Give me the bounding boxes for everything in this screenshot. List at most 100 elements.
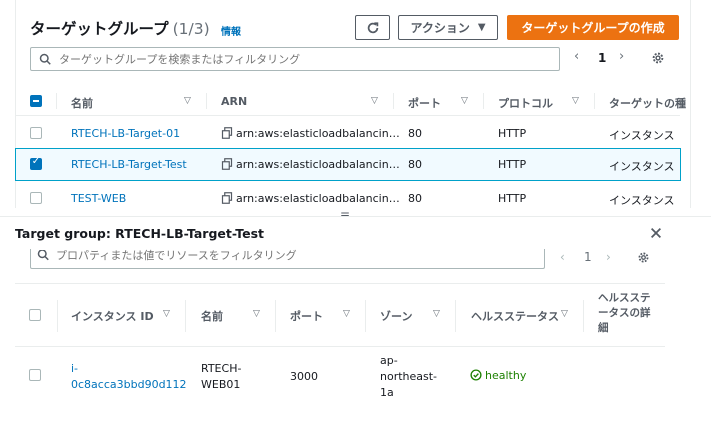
sort-caret-icon[interactable]: ▽: [163, 309, 170, 319]
arn-value: arn:aws:elasticloadbalancin…: [236, 192, 400, 205]
instance-name-line: RTECH-: [201, 362, 242, 375]
select-all-checkbox[interactable]: [29, 309, 41, 321]
target-group-name-link[interactable]: RTECH-LB-Target-Test: [71, 158, 187, 171]
column-divider: [455, 300, 456, 332]
protocol-value: HTTP: [498, 127, 527, 140]
refresh-button[interactable]: [355, 15, 390, 40]
page-title: ターゲットグループ (1/3): [30, 17, 210, 39]
search-input[interactable]: [57, 50, 552, 68]
zone-value: ap- northeast- 1a: [380, 353, 437, 401]
row-checkbox[interactable]: ✓: [30, 156, 42, 170]
zone-line: ap-: [380, 354, 398, 367]
target-type-value: インスタンス: [609, 129, 675, 142]
page-title-text: ターゲットグループ: [30, 20, 169, 38]
instance-id-value: 0c8acca3bbd90d112: [71, 378, 187, 391]
table-row[interactable]: i- 0c8acca3bbd90d112 RTECH- WEB01 3000 a…: [15, 347, 665, 407]
table-row-selected[interactable]: ✓ RTECH-LB-Target-Test arn:aws:elasticlo…: [15, 148, 681, 181]
row-checkbox[interactable]: [30, 192, 42, 204]
copy-icon[interactable]: [221, 158, 233, 170]
current-page-number[interactable]: 1: [598, 51, 606, 65]
column-header-instance-id[interactable]: インスタンス ID: [71, 308, 154, 324]
target-groups-panel: ターゲットグループ(1/3) 情報 アクション ▼ ターゲットグループの作成 ‹…: [0, 0, 711, 208]
instance-name: RTECH- WEB01: [201, 361, 241, 393]
sort-caret-icon[interactable]: ▽: [561, 309, 568, 319]
target-group-name-link[interactable]: TEST-WEB: [71, 192, 126, 205]
instances-table-header: インスタンス ID ▽ 名前 ▽ ポート ▽ ゾーン ▽ ヘルスステータス ▽ …: [15, 283, 665, 347]
column-header-port[interactable]: ポート: [408, 95, 441, 111]
target-groups-container: ターゲットグループ(1/3) 情報 アクション ▼ ターゲットグループの作成 ‹…: [15, 0, 686, 208]
port-value: 80: [408, 158, 422, 171]
health-status-value: healthy: [485, 369, 527, 382]
column-header-health-detail[interactable]: ヘルスステータスの詳細: [598, 291, 658, 336]
gear-icon[interactable]: [651, 51, 665, 65]
create-target-group-button[interactable]: ターゲットグループの作成: [507, 15, 679, 40]
instance-id-prefix: i-: [71, 362, 79, 375]
split-panel: Target group: RTECH-LB-Target-Test ‹ 1 ›…: [0, 216, 711, 421]
split-panel-title: Target group: RTECH-LB-Target-Test: [15, 226, 264, 241]
column-divider: [594, 93, 595, 109]
check-circle-icon: [470, 369, 482, 381]
column-header-zone[interactable]: ゾーン: [380, 308, 412, 324]
search-field[interactable]: [30, 47, 560, 71]
port-value: 80: [408, 127, 422, 140]
table-row[interactable]: RTECH-LB-Target-01 arn:aws:elasticloadba…: [16, 117, 680, 150]
search-icon: [39, 53, 51, 65]
column-header-port[interactable]: ポート: [290, 308, 323, 324]
sort-caret-icon[interactable]: ▽: [253, 309, 260, 319]
arn-value: arn:aws:elasticloadbalancin…: [236, 158, 400, 171]
info-link[interactable]: 情報: [221, 23, 241, 38]
select-all-checkbox[interactable]: [30, 95, 42, 107]
next-page-button[interactable]: ›: [606, 250, 611, 264]
target-type-value: インスタンス: [609, 194, 675, 207]
arn-value: arn:aws:elasticloadbalancin…: [236, 127, 400, 140]
previous-page-button[interactable]: ‹: [574, 49, 579, 64]
close-icon[interactable]: [649, 226, 663, 240]
column-header-health-status[interactable]: ヘルスステータス: [471, 308, 559, 324]
refresh-icon: [367, 21, 378, 33]
sort-caret-icon[interactable]: ▽: [572, 96, 579, 106]
target-type-value: インスタンス: [609, 160, 675, 173]
zone-line: 1a: [380, 386, 394, 399]
column-divider: [583, 300, 584, 332]
row-checkbox[interactable]: [30, 127, 42, 139]
sort-caret-icon[interactable]: ▽: [371, 96, 378, 106]
column-header-protocol[interactable]: プロトコル: [498, 95, 553, 111]
column-header-target-type[interactable]: ターゲットの種: [609, 95, 686, 111]
caret-down-icon: ▼: [477, 22, 486, 33]
resource-filter-field[interactable]: [30, 249, 545, 269]
copy-icon[interactable]: [221, 192, 233, 204]
sort-caret-icon[interactable]: ▽: [433, 309, 440, 319]
instance-id-link[interactable]: i- 0c8acca3bbd90d112: [71, 361, 187, 393]
sort-caret-icon[interactable]: ▽: [184, 96, 191, 106]
column-divider: [365, 300, 366, 332]
column-divider: [56, 93, 57, 109]
current-page-number[interactable]: 1: [584, 250, 592, 264]
instance-name-line: WEB01: [201, 378, 241, 391]
port-value: 3000: [290, 370, 318, 383]
copy-icon[interactable]: [221, 127, 233, 139]
table-header: 名前 ▽ ARN ▽ ポート ▽ プロトコル ▽ ターゲットの種: [16, 86, 686, 116]
gear-icon[interactable]: [637, 251, 650, 264]
column-divider: [185, 300, 186, 332]
column-divider: [483, 93, 484, 109]
column-divider: [393, 93, 394, 109]
sort-caret-icon[interactable]: ▽: [343, 309, 350, 319]
protocol-value: HTTP: [498, 158, 527, 171]
column-divider: [275, 300, 276, 332]
table-row[interactable]: TEST-WEB arn:aws:elasticloadbalancin… 80…: [16, 182, 680, 208]
column-header-name[interactable]: 名前: [201, 308, 223, 324]
target-group-name-link[interactable]: RTECH-LB-Target-01: [71, 127, 180, 140]
actions-label: アクション: [410, 21, 470, 35]
previous-page-button[interactable]: ‹: [560, 250, 565, 264]
selection-count: (1/3): [172, 20, 210, 38]
zone-line: northeast-: [380, 370, 438, 383]
row-checkbox[interactable]: [29, 369, 41, 381]
resource-filter-input[interactable]: [54, 249, 534, 263]
column-header-name[interactable]: 名前: [71, 95, 93, 111]
column-header-arn[interactable]: ARN: [221, 95, 247, 108]
column-divider: [57, 300, 58, 332]
actions-dropdown-button[interactable]: アクション ▼: [398, 15, 498, 40]
scroll-edge: [690, 0, 711, 208]
sort-caret-icon[interactable]: ▽: [461, 96, 468, 106]
next-page-button[interactable]: ›: [619, 49, 624, 64]
